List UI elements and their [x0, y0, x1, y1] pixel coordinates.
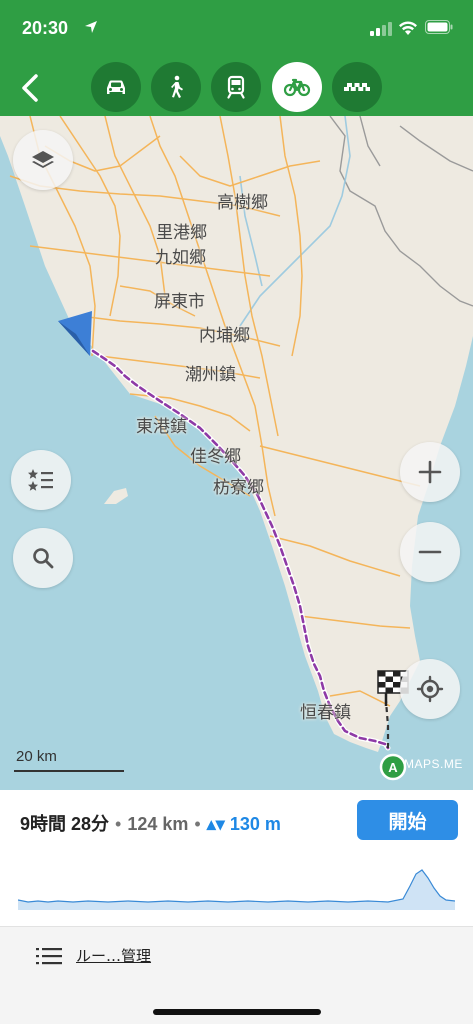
car-icon — [107, 80, 125, 94]
list-icon — [36, 947, 62, 964]
my-location-button[interactable] — [400, 659, 460, 719]
map-scale: 20 km — [14, 744, 124, 774]
bookmarks-button[interactable] — [11, 450, 71, 510]
layers-icon — [32, 151, 54, 168]
star-list-icon — [28, 469, 53, 491]
mode-taxi-button[interactable] — [332, 62, 382, 112]
map-label-fangliao: 枋寮郷 — [213, 478, 264, 498]
routing-mode-bar — [0, 60, 473, 116]
start-marker-icon: A — [379, 753, 407, 781]
scale-label: 20 km — [16, 748, 57, 765]
map-attribution: MAPS.ME — [404, 757, 463, 771]
map-layers-button[interactable] — [13, 130, 73, 190]
map-label-jiuru: 九如郷 — [155, 248, 206, 268]
location-arrow-icon — [85, 21, 97, 33]
separator-dot: • — [194, 814, 201, 834]
map-label-jiadong: 佳冬郷 — [190, 447, 241, 467]
zoom-in-button[interactable] — [400, 442, 460, 502]
map-label-donggang: 東港鎮 — [136, 417, 187, 437]
battery-icon — [425, 20, 453, 34]
map-label-ligang: 里港郷 — [156, 223, 207, 243]
separator-dot: • — [115, 814, 122, 834]
train-icon — [227, 75, 245, 99]
home-indicator[interactable] — [153, 1009, 321, 1015]
status-bar: 20:30 — [0, 0, 473, 60]
map-label-hengchun: 恒春鎮 — [300, 703, 351, 723]
walk-icon — [171, 75, 183, 98]
route-summary: 9時間 28分 • 124 km • ▴▾ 130 m — [20, 810, 281, 836]
mode-transit-button[interactable] — [211, 62, 261, 112]
plus-icon — [418, 460, 442, 484]
map-label-neipu: 内埔郷 — [199, 326, 250, 346]
svg-text:A: A — [388, 760, 398, 775]
bottom-bar: ルー…管理 — [0, 926, 473, 1024]
map-label-gaoshu: 高樹郷 — [217, 193, 268, 213]
status-time: 20:30 — [22, 18, 69, 38]
elevation-icon: ▴▾ — [206, 814, 230, 834]
chevron-left-icon — [22, 74, 38, 102]
elevation-profile — [18, 869, 455, 910]
mode-walk-button[interactable] — [151, 62, 201, 112]
wifi-icon — [399, 21, 417, 35]
island — [104, 488, 128, 504]
route-manage-label: ルー…管理 — [76, 947, 152, 965]
search-icon — [33, 548, 54, 569]
back-button[interactable] — [14, 68, 50, 108]
scale-line — [14, 770, 124, 772]
map-label-chaozhou: 潮州鎮 — [185, 365, 236, 385]
route-time: 9時間 28分 — [20, 814, 110, 834]
minus-icon — [418, 550, 442, 554]
bicycle-icon — [283, 78, 311, 97]
map-view[interactable]: A 高樹郷 里港郷 九如郷 屏東市 内埔郷 潮州鎮 東港鎮 佳冬郷 枋寮郷 恒春… — [0, 116, 473, 790]
route-manage-button[interactable]: ルー…管理 — [36, 945, 151, 966]
taxi-icon — [344, 83, 370, 91]
route-elevation: 130 m — [229, 814, 281, 834]
mode-car-button[interactable] — [91, 62, 141, 112]
mode-bicycle-button[interactable] — [272, 62, 322, 112]
route-distance: 124 km — [127, 814, 189, 834]
crosshair-icon — [416, 675, 444, 703]
cellular-signal-icon — [370, 22, 392, 36]
zoom-out-button[interactable] — [400, 522, 460, 582]
search-button[interactable] — [13, 528, 73, 588]
route-info-panel: 9時間 28分 • 124 km • ▴▾ 130 m 開始 — [0, 790, 473, 926]
map-label-pingtung: 屏東市 — [154, 292, 205, 312]
start-navigation-button[interactable]: 開始 — [357, 800, 458, 840]
